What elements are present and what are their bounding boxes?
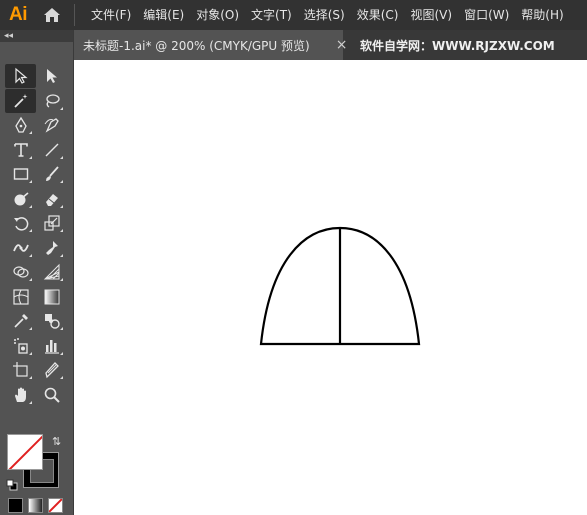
default-fill-stroke-icon[interactable] (6, 476, 18, 491)
menu-bar: Ai 文件(F) 编辑(E) 对象(O) 文字(T) 选择(S) 效果(C) 视… (0, 0, 587, 30)
tab-website[interactable]: 软件自学网：WWW.RJZXW.COM (343, 30, 555, 60)
panel-collapse-button[interactable]: ◂◂ (0, 30, 73, 42)
curvature-tool-icon[interactable] (36, 113, 67, 137)
symbol-sprayer-tool-icon[interactable] (5, 334, 36, 358)
menu-select[interactable]: 选择(S) (298, 0, 351, 30)
perspective-grid-tool-icon[interactable] (36, 260, 67, 284)
home-icon[interactable] (36, 0, 68, 30)
menu-list: 文件(F) 编辑(E) 对象(O) 文字(T) 选择(S) 效果(C) 视图(V… (85, 0, 570, 30)
column-graph-tool-icon[interactable] (36, 334, 67, 358)
none-button[interactable] (48, 498, 63, 513)
rectangle-tool-icon[interactable] (5, 162, 36, 186)
zoom-tool-icon[interactable] (36, 383, 67, 407)
tool-grid (5, 64, 69, 407)
swap-fill-stroke-icon[interactable]: ⇅ (52, 435, 61, 448)
type-tool-icon[interactable] (5, 138, 36, 162)
width-tool-icon[interactable] (5, 236, 36, 260)
line-segment-tool-icon[interactable] (36, 138, 67, 162)
menu-type[interactable]: 文字(T) (245, 0, 298, 30)
eyedropper-tool-icon[interactable] (5, 309, 36, 333)
menu-window[interactable]: 窗口(W) (458, 0, 515, 30)
paintbrush-tool-icon[interactable] (36, 162, 67, 186)
artwork (259, 226, 421, 346)
tab-document[interactable]: 未标题-1.ai* @ 200% (CMYK/GPU 预览) × (74, 30, 347, 60)
app-logo: Ai (9, 4, 28, 25)
fill-swatch-none[interactable] (7, 434, 43, 470)
puppet-warp-tool-icon[interactable] (36, 236, 67, 260)
menu-view[interactable]: 视图(V) (404, 0, 458, 30)
blend-tool-icon[interactable] (36, 309, 67, 333)
gradient-tool-icon[interactable] (36, 285, 67, 309)
tools-panel: ◂◂ ⇅ (0, 30, 74, 515)
artboard-canvas[interactable] (74, 60, 587, 515)
pen-tool-icon[interactable] (5, 113, 36, 137)
color-button[interactable] (8, 498, 23, 513)
lasso-tool-icon[interactable] (36, 89, 67, 113)
direct-selection-tool-icon[interactable] (36, 64, 67, 88)
tab-document-title: 未标题-1.ai* @ 200% (CMYK/GPU 预览) (83, 38, 310, 53)
selection-tool-icon[interactable] (5, 64, 36, 88)
menu-effect[interactable]: 效果(C) (351, 0, 405, 30)
menu-help[interactable]: 帮助(H) (515, 0, 569, 30)
scale-tool-icon[interactable] (36, 211, 67, 235)
slice-tool-icon[interactable] (36, 358, 67, 382)
mesh-tool-icon[interactable] (5, 285, 36, 309)
shaper-tool-icon[interactable] (5, 187, 36, 211)
color-mode-buttons (8, 498, 63, 513)
menu-object[interactable]: 对象(O) (190, 0, 245, 30)
magic-wand-tool-icon[interactable] (5, 88, 36, 113)
menu-divider (74, 4, 75, 26)
illustrator-window: Ai 文件(F) 编辑(E) 对象(O) 文字(T) 选择(S) 效果(C) 视… (0, 0, 587, 515)
menu-file[interactable]: 文件(F) (85, 0, 137, 30)
eraser-tool-icon[interactable] (36, 187, 67, 211)
hand-tool-icon[interactable] (5, 383, 36, 407)
gradient-button[interactable] (28, 498, 43, 513)
document-tabs: 未标题-1.ai* @ 200% (CMYK/GPU 预览) × 软件自学网：W… (74, 30, 587, 60)
shape-builder-tool-icon[interactable] (5, 260, 36, 284)
rotate-tool-icon[interactable] (5, 211, 36, 235)
menu-edit[interactable]: 编辑(E) (137, 0, 190, 30)
fill-stroke-control: ⇅ (5, 432, 65, 492)
artboard-tool-icon[interactable] (5, 358, 36, 382)
